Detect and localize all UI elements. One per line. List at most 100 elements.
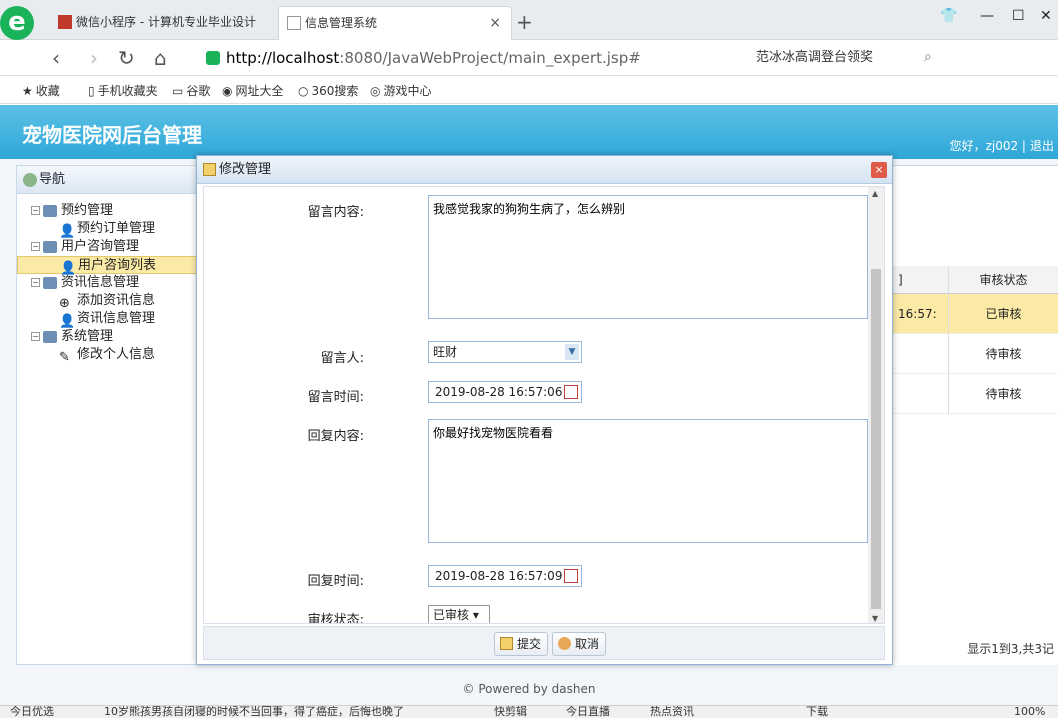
author-label: 留言人: bbox=[320, 351, 364, 366]
browser-tab-info-system[interactable]: 信息管理系统 × bbox=[278, 6, 512, 40]
bookmark-favorites[interactable]: ★ 收藏 bbox=[22, 82, 60, 99]
user-icon: 👤 bbox=[60, 261, 77, 276]
status-select[interactable]: 已审核 ▾ bbox=[428, 605, 490, 623]
undo-icon bbox=[558, 637, 571, 650]
forward-button[interactable]: › bbox=[90, 46, 98, 70]
tree-item-add-news[interactable]: ⊕ 添加资讯信息 bbox=[17, 292, 205, 311]
folder-icon bbox=[43, 205, 57, 217]
tree-item-news[interactable]: − 资讯信息管理 bbox=[17, 274, 205, 292]
edit-dialog: 修改管理 × 留言内容: 我感觉我家的狗狗生病了，怎么辨别 留言人: 旺财 ▼ … bbox=[196, 155, 893, 665]
bookmarks-bar: ★ 收藏 ▯ 手机收藏夹 ▭ 谷歌 ◉ 网址大全 ○ 360搜索 ◎ 游戏中心 bbox=[0, 77, 1058, 104]
collapse-icon[interactable]: − bbox=[31, 332, 40, 341]
tree-item-reservation[interactable]: − 预约管理 bbox=[17, 202, 205, 220]
tree-item-news-manage[interactable]: 👤 资讯信息管理 bbox=[17, 310, 205, 329]
tab-close-icon[interactable]: × bbox=[489, 7, 501, 39]
page-favicon-icon bbox=[287, 16, 301, 30]
dialog-header: 修改管理 × bbox=[197, 156, 892, 184]
tree-item-consultation-list[interactable]: 👤 用户咨询列表 bbox=[17, 256, 205, 276]
browser-tab-wechat[interactable]: 微信小程序 - 计算机专业毕业设计 bbox=[50, 6, 270, 40]
url-input[interactable]: http://localhost:8080/JavaWebProject/mai… bbox=[206, 45, 736, 71]
tree-item-system[interactable]: − 系统管理 bbox=[17, 328, 205, 346]
data-grid: ] 审核状态 16:57: 已审核 待审核 待审核 bbox=[892, 266, 1058, 414]
zoom-level[interactable]: 100% bbox=[1014, 706, 1045, 718]
calendar-icon[interactable] bbox=[564, 385, 578, 399]
star-icon: ★ bbox=[22, 84, 33, 98]
search-input[interactable]: 范冰冰高调登台领奖 bbox=[746, 45, 946, 71]
table-row[interactable]: 16:57: 已审核 bbox=[892, 294, 1058, 334]
table-row[interactable]: 待审核 bbox=[892, 334, 1058, 374]
page-icon: ▭ bbox=[172, 84, 184, 98]
bookmark-sites[interactable]: ◉ 网址大全 bbox=[222, 82, 284, 99]
grid-header-status[interactable]: 审核状态 bbox=[948, 266, 1058, 294]
tree-item-consultation[interactable]: − 用户咨询管理 bbox=[17, 238, 205, 256]
reply-time-field[interactable]: 2019-08-28 16:57:09 bbox=[428, 565, 582, 587]
app-header: 宠物医院网后台管理 您好，zj002 | 退出 bbox=[0, 105, 1058, 159]
user-icon: 👤 bbox=[59, 224, 76, 239]
logout-link[interactable]: 退出 bbox=[1030, 139, 1054, 153]
minimize-button[interactable]: — bbox=[980, 8, 994, 24]
calendar-icon[interactable] bbox=[564, 569, 578, 583]
scroll-thumb[interactable] bbox=[871, 269, 881, 609]
folder-icon bbox=[43, 241, 57, 253]
bookmark-games[interactable]: ◎ 游戏中心 bbox=[370, 82, 432, 99]
grid-header: ] 审核状态 bbox=[892, 266, 1058, 294]
nav-icon bbox=[23, 173, 37, 187]
scroll-down-icon[interactable]: ▼ bbox=[872, 614, 878, 623]
dialog-close-button[interactable]: × bbox=[871, 162, 887, 178]
status-item[interactable]: 快剪辑 bbox=[494, 706, 527, 718]
sidebar: 导航 − 预约管理 👤 预约订单管理 − 用户咨询管理 👤 用户咨询列表 − 资讯信息管理… bbox=[16, 165, 206, 665]
browser-status-bar: 今日优选 10岁熊孩男孩自闭寝的时候不当回事，得了癌症，后悔也晚了 快剪辑 今日… bbox=[0, 705, 1058, 718]
reply-label: 回复内容: bbox=[307, 429, 364, 444]
home-button[interactable]: ⌂ bbox=[154, 46, 167, 70]
table-row[interactable]: 待审核 bbox=[892, 374, 1058, 414]
bookmark-google[interactable]: ▭ 谷歌 bbox=[172, 82, 210, 99]
search-360-icon: ○ bbox=[298, 84, 309, 98]
dialog-scrollbar[interactable]: ▲ ▼ bbox=[868, 187, 884, 623]
status-item[interactable]: 今日直播 bbox=[566, 706, 610, 718]
pencil-icon: ✎ bbox=[59, 350, 70, 365]
folder-icon bbox=[43, 331, 57, 343]
nav-tree: − 预约管理 👤 预约订单管理 − 用户咨询管理 👤 用户咨询列表 − 资讯信息管理 ⊕ 添… bbox=[17, 194, 205, 365]
sidebar-header: 导航 bbox=[17, 166, 205, 194]
folder-icon bbox=[43, 277, 57, 289]
dialog-title: 修改管理 bbox=[219, 162, 272, 177]
secure-icon bbox=[206, 51, 220, 65]
status-item[interactable]: 热点资讯 bbox=[650, 706, 694, 718]
browser-logo[interactable]: e bbox=[0, 6, 34, 40]
reply-time-label: 回复时间: bbox=[307, 574, 364, 589]
edit-icon bbox=[500, 637, 513, 650]
search-icon[interactable]: ⌕ bbox=[924, 49, 932, 65]
collapse-icon[interactable]: − bbox=[31, 206, 40, 215]
collapse-icon[interactable]: − bbox=[31, 278, 40, 287]
status-item[interactable]: 下载 bbox=[806, 706, 828, 718]
bookmark-360[interactable]: ○ 360搜索 bbox=[298, 82, 358, 99]
collapse-icon[interactable]: − bbox=[31, 242, 40, 251]
tab-favicon-icon bbox=[58, 15, 72, 29]
message-time-label: 留言时间: bbox=[307, 390, 364, 405]
edit-icon bbox=[203, 163, 216, 176]
message-textarea[interactable]: 我感觉我家的狗狗生病了，怎么辨别 bbox=[428, 195, 868, 319]
user-icon: 👤 bbox=[59, 314, 76, 329]
new-tab-button[interactable]: + bbox=[516, 10, 533, 34]
maximize-button[interactable]: ☐ bbox=[1012, 8, 1025, 24]
tab-title: 微信小程序 - 计算机专业毕业设计 bbox=[76, 15, 256, 29]
status-item[interactable]: 今日优选 bbox=[10, 706, 54, 718]
message-label: 留言内容: bbox=[307, 205, 364, 220]
scroll-up-icon[interactable]: ▲ bbox=[872, 189, 878, 198]
reply-textarea[interactable]: 你最好找宠物医院看看 bbox=[428, 419, 868, 543]
bookmark-mobile[interactable]: ▯ 手机收藏夹 bbox=[88, 82, 158, 99]
skin-icon[interactable]: 👕 bbox=[940, 8, 957, 24]
chevron-down-icon[interactable]: ▼ bbox=[565, 344, 579, 360]
tree-item-reservation-orders[interactable]: 👤 预约订单管理 bbox=[17, 220, 205, 239]
close-window-button[interactable]: ✕ bbox=[1040, 8, 1052, 24]
status-news-item[interactable]: 10岁熊孩男孩自闭寝的时候不当回事，得了癌症，后悔也晚了 bbox=[104, 706, 404, 718]
reload-button[interactable]: ↻ bbox=[118, 46, 135, 70]
add-icon: ⊕ bbox=[59, 296, 70, 311]
back-button[interactable]: ‹ bbox=[52, 46, 60, 70]
tree-item-edit-profile[interactable]: ✎ 修改个人信息 bbox=[17, 346, 205, 365]
author-select[interactable]: 旺财 ▼ bbox=[428, 341, 582, 363]
cancel-button[interactable]: 取消 bbox=[552, 632, 607, 656]
app-title: 宠物医院网后台管理 bbox=[22, 123, 202, 147]
submit-button[interactable]: 提交 bbox=[494, 632, 549, 656]
message-time-field[interactable]: 2019-08-28 16:57:06 bbox=[428, 381, 582, 403]
